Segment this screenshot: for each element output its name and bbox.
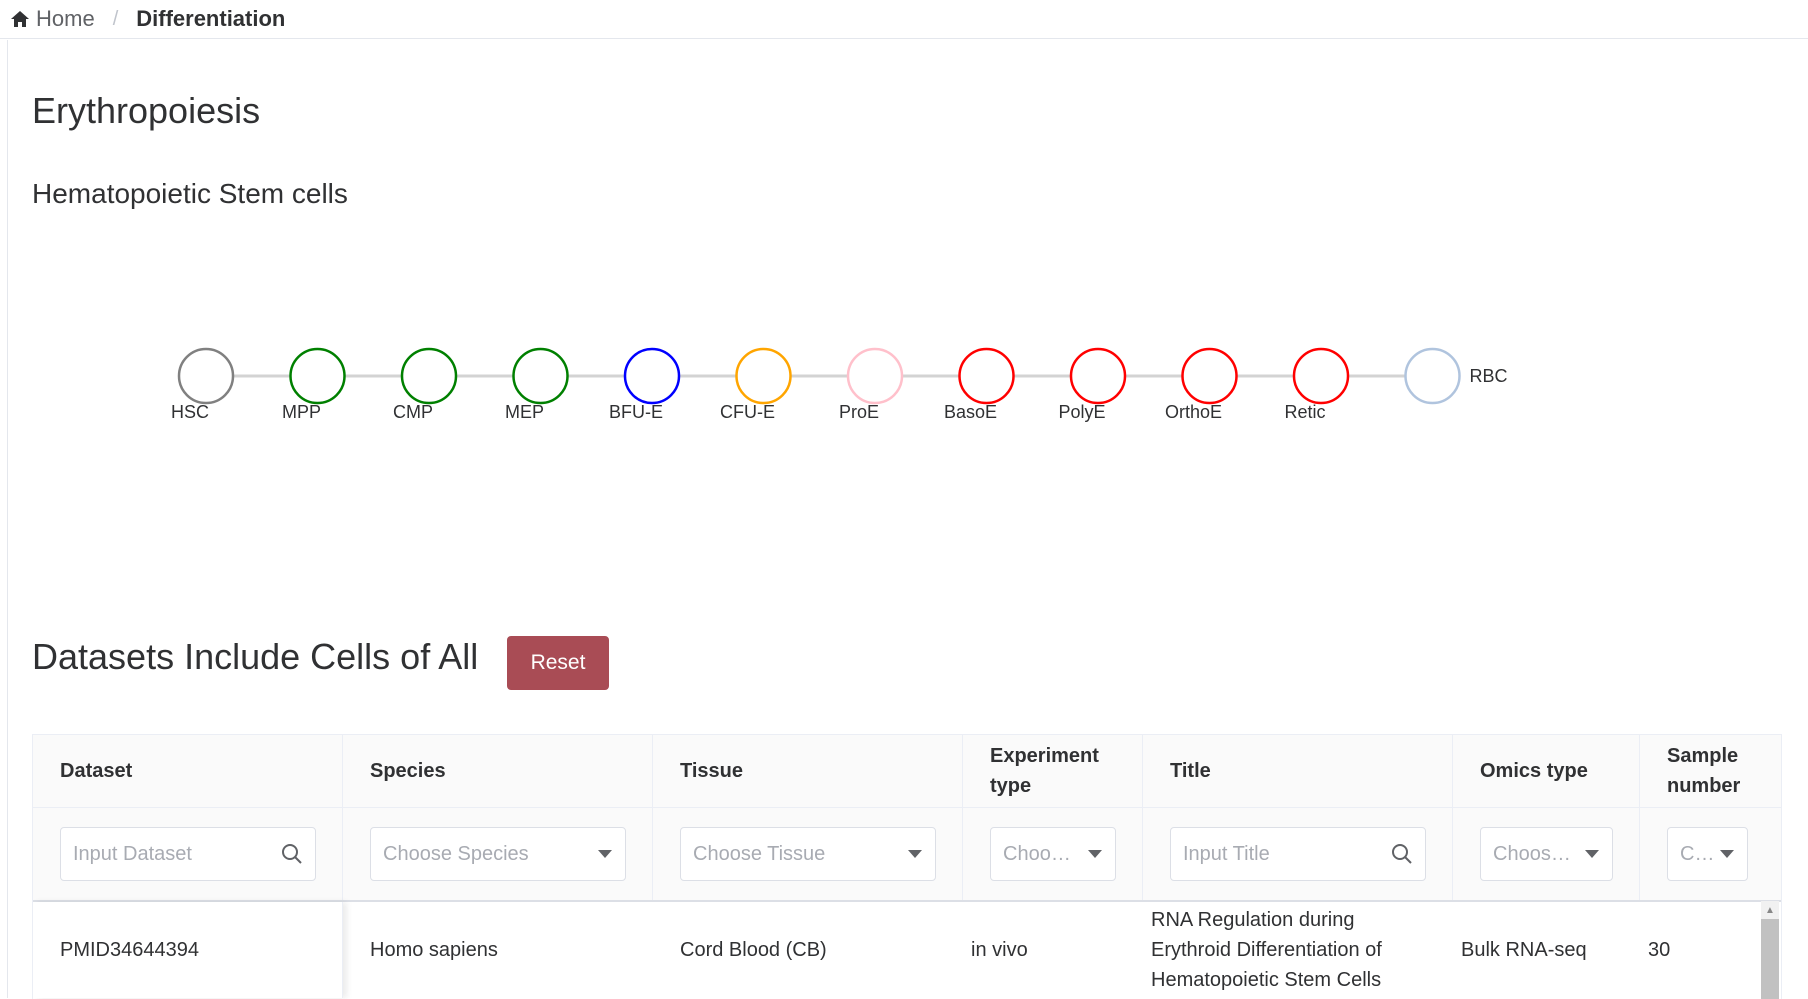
search-icon [282, 844, 302, 864]
cell-node-rbc[interactable] [1404, 347, 1461, 405]
cell-label-hsc: HSC [171, 402, 209, 422]
cell-label-retic: Retic [1284, 402, 1325, 422]
header-experiment-type[interactable]: Experiment type [963, 735, 1143, 807]
cell-node-mpp[interactable] [289, 347, 346, 405]
tissue-select[interactable]: Choose Tissue [680, 827, 936, 881]
filter-cell-species: Choose Species [343, 808, 653, 900]
cell-label-cfu-e: CFU-E [720, 402, 775, 422]
differentiation-path: HSC MPP CMP MEP BFU-E CFU-E ProE BasoE PolyE Orth… [171, 347, 1508, 422]
omics-type-select[interactable]: Choos… [1480, 827, 1613, 881]
breadcrumb-separator: / [112, 7, 119, 30]
species-select-placeholder: Choose Species [383, 842, 529, 865]
experiment-type-select-placeholder: Choo… [1003, 842, 1071, 865]
filter-cell-dataset: Input Dataset [33, 808, 343, 900]
cell-tissue: Cord Blood (CB) [680, 939, 827, 961]
caret-down-icon [598, 850, 612, 858]
sample-number-select-placeholder: C… [1680, 842, 1715, 865]
header-sample-number[interactable]: Sample number [1640, 735, 1781, 807]
home-icon [11, 11, 29, 27]
breadcrumb-home-label: Home [36, 6, 95, 31]
breadcrumb-home[interactable]: Home [10, 6, 95, 32]
table-row[interactable]: PMID34644394 Homo sapiens Cord Blood (CB… [33, 902, 1781, 998]
cell-species: Homo sapiens [370, 939, 498, 961]
species-select[interactable]: Choose Species [370, 827, 626, 881]
filter-cell-sample-number: C… [1640, 808, 1781, 900]
cell-omics-type: Bulk RNA-seq [1461, 939, 1587, 961]
header-tissue[interactable]: Tissue [653, 735, 963, 807]
sample-number-select[interactable]: C… [1667, 827, 1748, 881]
table-filters: Input Dataset Choose Species Choose Tiss… [33, 808, 1781, 902]
cell-node-mep[interactable] [512, 347, 569, 405]
caret-down-icon [1720, 850, 1734, 858]
cell-experiment-type: in vivo [971, 939, 1028, 961]
table-header: Dataset Species Tissue Experiment type T… [33, 735, 1781, 808]
omics-type-select-placeholder: Choos… [1493, 842, 1571, 865]
page-title: Erythropoiesis [32, 90, 261, 131]
dataset-filter-placeholder: Input Dataset [73, 842, 192, 865]
filter-cell-omics-type: Choos… [1453, 808, 1640, 900]
page-subtitle: Hematopoietic Stem cells [32, 178, 348, 209]
reset-button[interactable]: Reset [507, 636, 609, 690]
cell-node-orthoe[interactable] [1181, 347, 1238, 405]
scrollbar-thumb[interactable] [1761, 919, 1779, 999]
header-species[interactable]: Species [343, 735, 653, 807]
cell-label-mpp: MPP [282, 402, 321, 422]
cell-dataset: PMID34644394 [33, 902, 343, 998]
experiment-type-select[interactable]: Choo… [990, 827, 1116, 881]
table-scrollbar[interactable]: ▲ [1761, 901, 1779, 999]
caret-down-icon [908, 850, 922, 858]
datasets-heading: Datasets Include Cells of All [32, 636, 479, 677]
cell-label-cmp: CMP [393, 402, 433, 422]
tissue-select-placeholder: Choose Tissue [693, 842, 826, 865]
dataset-filter-input[interactable]: Input Dataset [60, 827, 316, 881]
title-filter-input[interactable]: Input Title [1170, 827, 1426, 881]
breadcrumb: Home / Differentiation [0, 0, 1808, 39]
header-title[interactable]: Title [1143, 735, 1453, 807]
scroll-up-arrow-icon[interactable]: ▲ [1761, 901, 1779, 919]
filter-cell-title: Input Title [1143, 808, 1453, 900]
datasets-table: Dataset Species Tissue Experiment type T… [32, 734, 1782, 999]
cell-node-proe[interactable] [846, 347, 904, 405]
cell-node-retic[interactable] [1292, 347, 1350, 405]
search-icon [1392, 844, 1412, 864]
cell-node-cfu-e[interactable] [735, 347, 792, 405]
cell-node-hsc[interactable] [177, 347, 235, 405]
cell-label-mep: MEP [505, 402, 544, 422]
cell-label-bfu-e: BFU-E [609, 402, 663, 422]
caret-down-icon [1088, 850, 1102, 858]
cell-label-rbc: RBC [1470, 366, 1508, 386]
cell-label-basoe: BasoE [944, 402, 997, 422]
cell-node-bfu-e[interactable] [623, 347, 681, 405]
cell-node-basoe[interactable] [958, 347, 1015, 405]
cell-sample-number: 30 [1648, 939, 1671, 961]
cell-node-cmp[interactable] [400, 347, 458, 405]
cell-label-polye: PolyE [1058, 402, 1105, 422]
cell-title: RNA Regulation during Erythroid Differen… [1151, 909, 1382, 991]
cell-label-orthoe: OrthoE [1165, 402, 1222, 422]
cell-node-polye[interactable] [1069, 347, 1127, 405]
caret-down-icon [1585, 850, 1599, 858]
header-dataset[interactable]: Dataset [33, 735, 343, 807]
cell-label-proe: ProE [839, 402, 879, 422]
filter-cell-tissue: Choose Tissue [653, 808, 963, 900]
title-filter-placeholder: Input Title [1183, 842, 1270, 865]
header-omics-type[interactable]: Omics type [1453, 735, 1640, 807]
filter-cell-experiment-type: Choo… [963, 808, 1143, 900]
breadcrumb-current: Differentiation [136, 6, 286, 31]
